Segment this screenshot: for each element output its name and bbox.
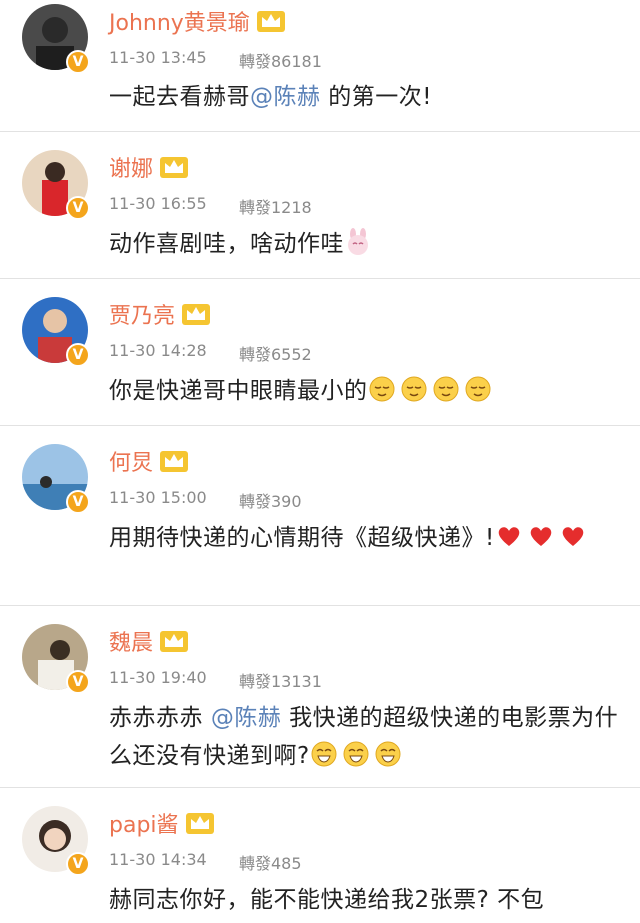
repost-count[interactable]: 轉發1218 — [239, 194, 312, 218]
mention-link[interactable]: @陈赫 — [250, 84, 321, 110]
crown-icon — [159, 154, 189, 180]
text-part: 一起去看赫哥 — [109, 84, 250, 110]
post-meta: 11-30 14:28 轉發6552 — [109, 341, 312, 365]
relieved-emoji-icon — [400, 375, 428, 403]
user-name[interactable]: 魏晨 — [109, 625, 153, 657]
comment-text: 你是快递哥中眼睛最小的 — [109, 372, 629, 410]
grin-emoji-icon — [342, 740, 370, 768]
text-part: 赫同志你好，能不能快递给我2张票? 不包 — [109, 887, 545, 913]
post-meta: 11-30 14:34 轉發485 — [109, 850, 302, 874]
crown-icon — [159, 448, 189, 474]
heart-emoji-icon — [559, 522, 587, 550]
relieved-emoji-icon — [432, 375, 460, 403]
post-meta: 11-30 19:40 轉發13131 — [109, 668, 322, 692]
comment-feed: V Johnny黄景瑜 11-30 13:45 轉發86181 一起去看赫哥@陈… — [0, 0, 640, 923]
comment-item: V 何炅 11-30 15:00 轉發390 用期待快递的心情期待《超级快递》! — [0, 426, 640, 606]
verified-v-icon: V — [66, 343, 90, 367]
text-part: 动作喜剧哇，啥动作哇 — [109, 231, 344, 257]
post-time: 11-30 13:45 — [109, 48, 207, 67]
verified-v-icon: V — [66, 50, 90, 74]
repost-count[interactable]: 轉發390 — [239, 488, 302, 512]
heart-emoji-icon — [495, 522, 523, 550]
heart-emoji-icon — [527, 522, 555, 550]
comment-item: V 谢娜 11-30 16:55 轉發1218 动作喜剧哇，啥动作哇 — [0, 132, 640, 279]
relieved-emoji-icon — [368, 375, 396, 403]
repost-count[interactable]: 轉發13131 — [239, 668, 322, 692]
post-meta: 11-30 16:55 轉發1218 — [109, 194, 312, 218]
bunny-emoji-icon — [344, 228, 372, 256]
crown-icon — [181, 301, 211, 327]
text-part: 赤赤赤赤 — [109, 705, 211, 731]
mention-link[interactable]: @陈赫 — [211, 705, 282, 731]
comment-item: V 贾乃亮 11-30 14:28 轉發6552 你是快递哥中眼睛最小的 — [0, 279, 640, 426]
user-name[interactable]: 谢娜 — [109, 151, 153, 183]
user-name[interactable]: papi酱 — [109, 807, 179, 839]
repost-count[interactable]: 轉發86181 — [239, 48, 322, 72]
verified-v-icon: V — [66, 196, 90, 220]
user-name[interactable]: 贾乃亮 — [109, 298, 175, 330]
comment-text: 用期待快递的心情期待《超级快递》! — [109, 519, 629, 557]
post-time: 11-30 19:40 — [109, 668, 207, 687]
post-meta: 11-30 15:00 轉發390 — [109, 488, 302, 512]
relieved-emoji-icon — [464, 375, 492, 403]
comment-text: 一起去看赫哥@陈赫 的第一次! — [109, 78, 629, 116]
repost-count[interactable]: 轉發6552 — [239, 341, 312, 365]
crown-icon — [185, 810, 215, 836]
grin-emoji-icon — [310, 740, 338, 768]
comment-text: 赫同志你好，能不能快递给我2张票? 不包 — [109, 881, 629, 919]
verified-v-icon: V — [66, 852, 90, 876]
comment-item: V Johnny黄景瑜 11-30 13:45 轉發86181 一起去看赫哥@陈… — [0, 0, 640, 132]
grin-emoji-icon — [374, 740, 402, 768]
text-part: 你是快递哥中眼睛最小的 — [109, 378, 368, 404]
post-time: 11-30 16:55 — [109, 194, 207, 213]
comment-item: V 魏晨 11-30 19:40 轉發13131 赤赤赤赤 @陈赫 我快递的超级… — [0, 606, 640, 788]
crown-icon — [256, 8, 286, 34]
verified-v-icon: V — [66, 490, 90, 514]
post-time: 11-30 14:28 — [109, 341, 207, 360]
comment-text: 赤赤赤赤 @陈赫 我快递的超级快递的电影票为什么还没有快递到啊? — [109, 699, 629, 775]
user-name[interactable]: 何炅 — [109, 445, 153, 477]
repost-count[interactable]: 轉發485 — [239, 850, 302, 874]
crown-icon — [159, 628, 189, 654]
post-time: 11-30 15:00 — [109, 488, 207, 507]
verified-v-icon: V — [66, 670, 90, 694]
user-name[interactable]: Johnny黄景瑜 — [109, 5, 250, 37]
post-time: 11-30 14:34 — [109, 850, 207, 869]
comment-item: V papi酱 11-30 14:34 轉發485 赫同志你好，能不能快递给我2… — [0, 788, 640, 923]
text-part: 的第一次! — [320, 84, 433, 110]
post-meta: 11-30 13:45 轉發86181 — [109, 48, 322, 72]
comment-text: 动作喜剧哇，啥动作哇 — [109, 225, 629, 263]
text-part: 用期待快递的心情期待《超级快递》! — [109, 525, 495, 551]
